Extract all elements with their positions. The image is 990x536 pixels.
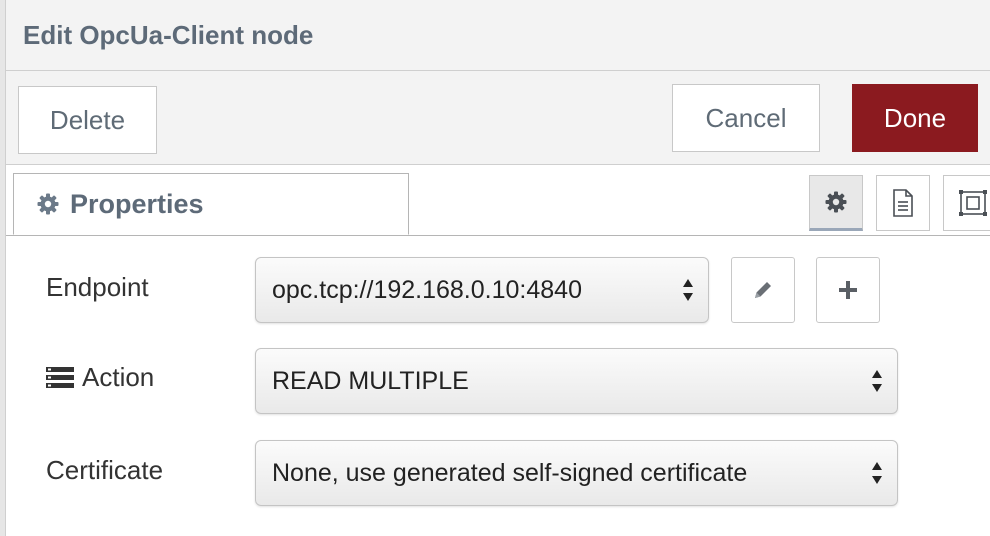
action-label-text: Action xyxy=(82,362,155,392)
select-arrows-icon xyxy=(683,279,693,301)
tab-properties-label: Properties xyxy=(70,188,204,219)
certificate-select[interactable]: None, use generated self-signed certific… xyxy=(255,440,898,506)
endpoint-select[interactable]: opc.tcp://192.168.0.10:4840 xyxy=(255,257,709,323)
endpoint-label: Endpoint xyxy=(46,272,149,303)
certificate-label-text: Certificate xyxy=(46,455,164,485)
tab-properties[interactable]: Properties xyxy=(13,173,409,235)
plus-icon xyxy=(839,281,857,299)
select-arrows-icon xyxy=(872,370,882,392)
dialog-title-bar: Edit OpcUa-Client node xyxy=(6,0,990,71)
cancel-button[interactable]: Cancel xyxy=(672,84,820,152)
tab-strip: Properties xyxy=(6,165,990,236)
appearance-icon xyxy=(959,190,987,216)
action-select[interactable]: READ MULTIPLE xyxy=(255,348,898,414)
list-icon xyxy=(46,366,74,388)
tab-node-appearance[interactable] xyxy=(943,175,990,231)
dialog-title: Edit OpcUa-Client node xyxy=(23,20,314,50)
description-icon xyxy=(893,189,913,217)
select-arrows-icon xyxy=(872,462,882,484)
action-label: Action xyxy=(46,362,154,393)
properties-form: Endpoint opc.tcp://192.168.0.10:4840 Act… xyxy=(6,236,990,536)
done-button[interactable]: Done xyxy=(852,84,978,152)
pencil-icon xyxy=(755,282,771,298)
certificate-label: Certificate xyxy=(46,455,163,486)
endpoint-label-text: Endpoint xyxy=(46,272,149,302)
endpoint-value: opc.tcp://192.168.0.10:4840 xyxy=(272,275,582,304)
delete-button[interactable]: Delete xyxy=(18,86,157,154)
tab-node-properties[interactable] xyxy=(809,175,863,231)
gear-icon xyxy=(825,191,847,213)
add-endpoint-button[interactable] xyxy=(816,257,880,323)
gear-icon xyxy=(37,193,59,215)
tab-node-description[interactable] xyxy=(876,175,930,231)
action-value: READ MULTIPLE xyxy=(272,366,469,395)
edit-endpoint-button[interactable] xyxy=(731,257,795,323)
certificate-value: None, use generated self-signed certific… xyxy=(272,458,748,487)
dialog-toolbar: Delete Cancel Done xyxy=(6,71,990,165)
